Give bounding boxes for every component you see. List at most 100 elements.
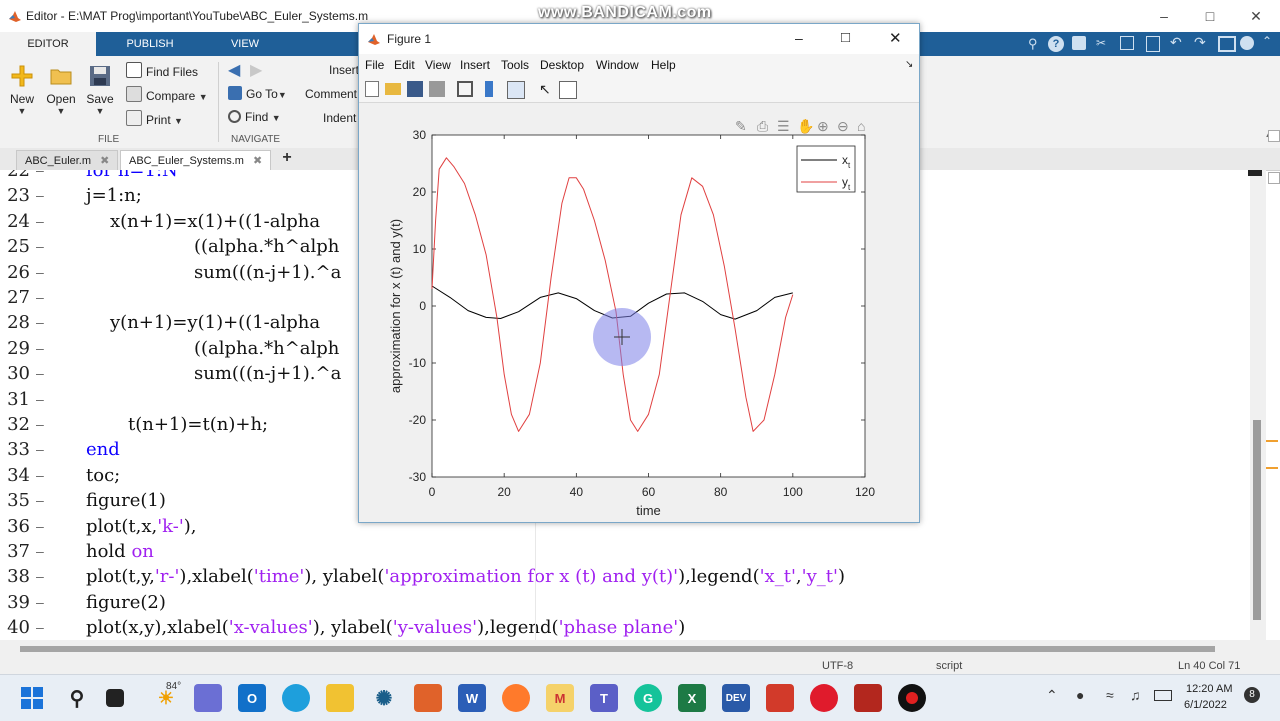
breakpoint-gutter[interactable]: – xyxy=(36,187,44,203)
volume-icon[interactable]: ♫ xyxy=(1130,687,1141,703)
word-icon[interactable]: W xyxy=(458,684,486,712)
menu-insert[interactable]: Insert xyxy=(460,58,490,72)
close-icon[interactable]: ✖ xyxy=(100,155,109,167)
pointer-icon[interactable]: ↖ xyxy=(539,81,555,97)
close-icon[interactable]: ✖ xyxy=(253,155,262,167)
paste-quick-icon[interactable] xyxy=(1146,36,1160,52)
figure-window[interactable]: Figure 1 – □ ✕ File Edit View Insert Too… xyxy=(358,23,920,523)
add-tab-button[interactable]: + xyxy=(276,149,298,169)
indent-button[interactable]: Indent xyxy=(323,111,356,125)
undo-quick-icon[interactable]: ↶ xyxy=(1170,34,1182,51)
cut-quick-icon[interactable]: ✂ xyxy=(1096,36,1110,50)
clock-date[interactable]: 6/1/2022 xyxy=(1184,699,1227,711)
tray-chevron-icon[interactable]: ⌃ xyxy=(1046,687,1058,704)
tab-view[interactable]: VIEW xyxy=(204,32,286,56)
menu-desktop[interactable]: Desktop xyxy=(540,58,584,72)
forward-arrow-icon[interactable]: ▶ xyxy=(250,60,262,80)
code-line[interactable]: plot(t,y,'r-'),xlabel('time'), ylabel('a… xyxy=(86,566,845,587)
wifi-icon[interactable]: ≈ xyxy=(1106,687,1114,703)
link-plot-icon[interactable] xyxy=(457,81,473,97)
axes-toolbar-icon[interactable]: ⎙ xyxy=(757,118,768,134)
code-line[interactable]: toc; xyxy=(86,465,120,486)
new-button[interactable]: New ▼ xyxy=(2,64,42,116)
scrollbar-thumb[interactable] xyxy=(1253,420,1261,620)
outlook-icon[interactable]: O xyxy=(238,684,266,712)
back-arrow-icon[interactable]: ◀ xyxy=(228,60,240,80)
axes-toolbar-icon[interactable]: ✋ xyxy=(797,118,814,134)
opera-icon[interactable] xyxy=(810,684,838,712)
bandicam-icon[interactable] xyxy=(898,684,926,712)
breakpoint-gutter[interactable]: – xyxy=(36,365,44,381)
close-button[interactable]: ✕ xyxy=(1246,6,1266,26)
menu-file[interactable]: File xyxy=(365,58,384,72)
breakpoint-gutter[interactable]: – xyxy=(36,391,44,407)
battery-icon[interactable] xyxy=(1154,690,1172,701)
find-button[interactable]: Find ▼ xyxy=(228,110,281,124)
breakpoint-gutter[interactable]: – xyxy=(36,441,44,457)
code-line[interactable]: j=1:n; xyxy=(86,185,142,206)
save-button[interactable]: Save ▼ xyxy=(80,64,120,116)
go-to-button[interactable]: Go To▼ xyxy=(228,86,287,101)
code-line[interactable]: hold on xyxy=(86,541,154,562)
settings-app-icon[interactable] xyxy=(766,684,794,712)
axes-toolbar-icon[interactable]: ⊕ xyxy=(817,118,829,134)
search-icon[interactable]: ⚲ xyxy=(63,684,91,712)
print-figure-icon[interactable] xyxy=(429,81,445,97)
axes-toolbar-icon[interactable]: ✎ xyxy=(735,118,747,134)
notification-badge[interactable]: 8 xyxy=(1244,687,1260,703)
clock-time[interactable]: 12:20 AM xyxy=(1186,683,1232,695)
breakpoint-gutter[interactable]: – xyxy=(36,289,44,305)
find-files-button[interactable]: Find Files xyxy=(126,62,198,79)
save-figure-icon[interactable] xyxy=(407,81,423,97)
code-line[interactable]: for n=1:N xyxy=(86,170,178,181)
maximize-button[interactable]: □ xyxy=(1200,6,1220,26)
code-line[interactable]: figure(1) xyxy=(86,490,166,511)
menu-edit[interactable]: Edit xyxy=(394,58,415,72)
open-file-icon[interactable] xyxy=(385,83,401,95)
code-line[interactable]: sum(((n-j+1).^a xyxy=(194,363,341,384)
minimize-button[interactable]: – xyxy=(1154,6,1174,26)
new-figure-icon[interactable] xyxy=(365,81,379,97)
grammarly-icon[interactable]: G xyxy=(634,684,662,712)
breakpoint-gutter[interactable]: – xyxy=(36,340,44,356)
code-line[interactable]: figure(2) xyxy=(86,592,166,613)
code-line[interactable]: end xyxy=(86,439,120,460)
microphone-icon[interactable]: ● xyxy=(1076,687,1084,703)
menu-view[interactable]: View xyxy=(425,58,451,72)
horizontal-scrollbar[interactable] xyxy=(0,640,1280,658)
print-button[interactable]: Print ▼ xyxy=(126,110,183,127)
dock-arrow-icon[interactable]: ↘ xyxy=(905,59,913,70)
expand-icon[interactable]: ⌃ xyxy=(1262,34,1272,48)
code-line[interactable]: x(n+1)=x(1)+((1-alpha xyxy=(110,211,320,232)
acrobat-icon[interactable] xyxy=(854,684,882,712)
vertical-scrollbar[interactable] xyxy=(1250,170,1266,640)
breakpoint-gutter[interactable]: – xyxy=(36,543,44,559)
file-tab-active[interactable]: ABC_Euler_Systems.m ✖ xyxy=(120,150,272,171)
teams-icon[interactable]: T xyxy=(590,684,618,712)
breakpoint-gutter[interactable]: – xyxy=(36,594,44,610)
code-line[interactable]: ((alpha.*h^alph xyxy=(194,338,339,359)
axes-toolbar-icon[interactable]: ⌂ xyxy=(857,118,865,134)
code-line[interactable]: sum(((n-j+1).^a xyxy=(194,262,341,283)
code-line[interactable]: plot(t,x,'k-'), xyxy=(86,516,197,537)
switch-windows-icon[interactable] xyxy=(1218,36,1236,52)
breakpoint-gutter[interactable]: – xyxy=(36,314,44,330)
breakpoint-gutter[interactable]: – xyxy=(36,467,44,483)
menu-tools[interactable]: Tools xyxy=(501,58,529,72)
help-quick-icon[interactable] xyxy=(1240,36,1254,50)
copy-quick-icon[interactable] xyxy=(1120,36,1134,50)
gmail-icon[interactable]: M xyxy=(546,684,574,712)
comment-button[interactable]: Comment xyxy=(305,87,357,101)
figure-minimize-button[interactable]: – xyxy=(795,30,803,46)
breakpoint-gutter[interactable]: – xyxy=(36,568,44,584)
scrollbar-thumb[interactable] xyxy=(20,646,1215,652)
breakpoint-gutter[interactable]: – xyxy=(36,492,44,508)
edge-icon[interactable] xyxy=(282,684,310,712)
code-line[interactable]: y(n+1)=y(1)+((1-alpha xyxy=(110,312,320,333)
colorbar-icon[interactable] xyxy=(485,81,493,97)
save-quick-icon[interactable] xyxy=(1072,36,1086,50)
redo-quick-icon[interactable]: ↷ xyxy=(1194,34,1206,51)
teams-chat-icon[interactable] xyxy=(194,684,222,712)
start-windows-icon[interactable] xyxy=(20,686,44,710)
code-line[interactable]: ((alpha.*h^alph xyxy=(194,236,339,257)
